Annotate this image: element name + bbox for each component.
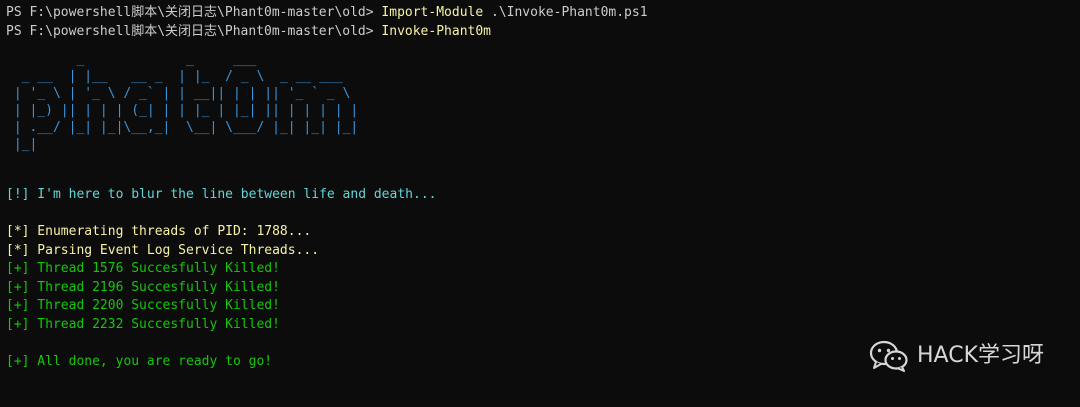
info-line: [*] Parsing Event Log Service Threads...	[6, 242, 320, 258]
ascii-banner: _ _ ___ _ __ | |__ __ _ | |_ / _ \ _ __ …	[13, 52, 359, 153]
command-name: Import-Module	[381, 5, 484, 20]
prompt: PS F:\powershell脚本\关闭日志\Phant0m-master\o…	[6, 5, 374, 20]
command-line-1: PS F:\powershell脚本\关闭日志\Phant0m-master\o…	[6, 4, 1080, 23]
result-line: [+] Thread 1576 Succesfully Killed!	[6, 261, 280, 277]
terminal-window[interactable]: PS F:\powershell脚本\关闭日志\Phant0m-master\o…	[0, 0, 1080, 407]
result-line: [+] Thread 2196 Succesfully Killed!	[6, 279, 280, 295]
watermark: HACK学习呀	[869, 340, 1044, 372]
command-line-2: PS F:\powershell脚本\关闭日志\Phant0m-master\o…	[6, 23, 1080, 42]
intro-message: [!] I'm here to blur the line between li…	[6, 186, 437, 202]
command-argument: .\Invoke-Phant0m.ps1	[483, 5, 648, 20]
result-line: [+] Thread 2200 Succesfully Killed!	[6, 298, 280, 314]
wechat-icon	[869, 340, 909, 372]
command-name: Invoke-Phant0m	[381, 23, 491, 39]
watermark-text: HACK学习呀	[917, 342, 1044, 368]
result-line: [+] Thread 2232 Succesfully Killed!	[6, 316, 280, 332]
prompt: PS F:\powershell脚本\关闭日志\Phant0m-master\o…	[6, 23, 374, 39]
info-line: [*] Enumerating threads of PID: 1788...	[6, 223, 312, 239]
